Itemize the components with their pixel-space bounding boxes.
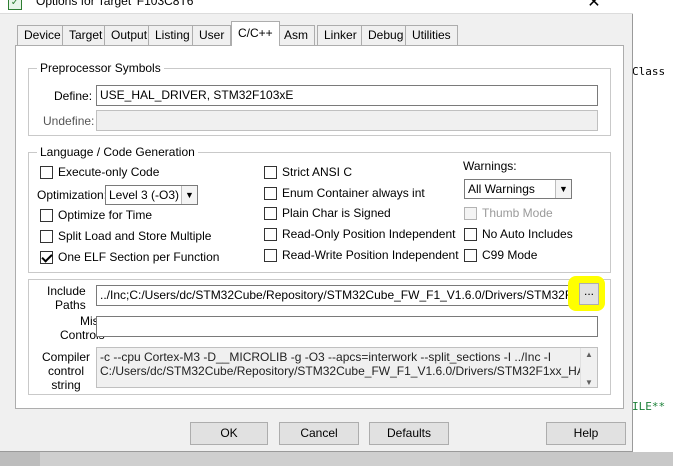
optimization-value: Level 3 (-O3) — [109, 188, 180, 202]
ro-pi-checkbox[interactable] — [264, 228, 277, 241]
editor-text-class: Class — [632, 65, 666, 78]
taskbar-strip — [0, 452, 673, 466]
strict-ansi-checkbox[interactable] — [264, 166, 277, 179]
tab-debug[interactable]: Debug — [361, 25, 411, 45]
tab-linker[interactable]: Linker — [317, 25, 364, 45]
compiler-control-string[interactable]: -c --cpu Cortex-M3 -D__MICROLIB -g -O3 -… — [96, 347, 598, 388]
tab-target[interactable]: Target — [62, 25, 110, 45]
tab-user[interactable]: User — [192, 25, 232, 45]
compiler-control-label: Compiler control string — [42, 350, 91, 392]
close-icon[interactable]: ✕ — [582, 0, 606, 12]
rw-pi-label: Read-Write Position Independent — [282, 248, 459, 262]
no-auto-includes-checkbox[interactable] — [464, 228, 477, 241]
include-paths-label: Include Paths — [47, 284, 86, 312]
tab-device[interactable]: Device — [17, 25, 68, 45]
include-paths-input[interactable]: ../Inc;C:/Users/dc/STM32Cube/Repository/… — [96, 285, 570, 306]
one-elf-checkbox[interactable] — [40, 251, 53, 264]
define-input[interactable]: USE_HAL_DRIVER, STM32F103xE — [96, 85, 598, 106]
options-dialog: ✓ Options for Target 'F103C8T6' ✕ Device… — [0, 0, 633, 452]
window-title: Options for Target 'F103C8T6' — [36, 0, 196, 8]
strict-ansi-label: Strict ANSI C — [282, 165, 353, 179]
chevron-down-icon[interactable]: ▼ — [181, 186, 197, 204]
execute-only-label: Execute-only Code — [58, 165, 160, 179]
chevron-down-icon[interactable]: ▼ — [555, 180, 571, 198]
warnings-label: Warnings: — [463, 159, 517, 173]
cancel-button[interactable]: Cancel — [279, 422, 359, 445]
c99-mode-checkbox[interactable] — [464, 249, 477, 262]
split-load-checkbox[interactable] — [40, 230, 53, 243]
split-load-label: Split Load and Store Multiple — [58, 229, 212, 243]
title-bar: ✓ Options for Target 'F103C8T6' ✕ — [0, 0, 633, 14]
compiler-line-2: C:/Users/dc/STM32Cube/Repository/STM32Cu… — [100, 364, 598, 378]
defaults-button[interactable]: Defaults — [369, 422, 449, 445]
warnings-select[interactable]: All Warnings ▼ — [464, 179, 572, 199]
rw-pi-checkbox[interactable] — [264, 249, 277, 262]
warnings-value: All Warnings — [468, 182, 535, 196]
plain-char-label: Plain Char is Signed — [282, 206, 391, 220]
preprocessor-group-title: Preprocessor Symbols — [37, 61, 164, 75]
compiler-line-1: -c --cpu Cortex-M3 -D__MICROLIB -g -O3 -… — [100, 350, 552, 364]
optimize-time-label: Optimize for Time — [58, 208, 153, 222]
misc-controls-input[interactable] — [96, 316, 598, 337]
include-browse-button[interactable]: ... — [579, 283, 599, 305]
tab-output[interactable]: Output — [104, 25, 155, 45]
enum-container-label: Enum Container always int — [282, 186, 425, 200]
cc-tab-panel: Preprocessor Symbols Define: USE_HAL_DRI… — [15, 45, 624, 409]
optimization-label: Optimization: — [37, 188, 108, 202]
ok-button[interactable]: OK — [190, 422, 268, 445]
help-button[interactable]: Help — [546, 422, 626, 445]
tab-cc[interactable]: C/C++ — [231, 21, 280, 46]
undefine-input[interactable] — [96, 110, 598, 131]
editor-text-file: ILE** — [632, 400, 666, 413]
tab-utilities[interactable]: Utilities — [405, 25, 458, 45]
app-icon: ✓ — [8, 0, 22, 10]
one-elf-label: One ELF Section per Function — [58, 250, 220, 264]
c99-mode-label: C99 Mode — [482, 248, 538, 262]
tab-listing[interactable]: Listing — [148, 25, 197, 45]
plain-char-checkbox[interactable] — [264, 207, 277, 220]
background-editor: Class ILE** — [630, 0, 673, 466]
optimization-select[interactable]: Level 3 (-O3) ▼ — [105, 185, 198, 205]
thumb-mode-label: Thumb Mode — [482, 206, 553, 220]
optimize-time-checkbox[interactable] — [40, 209, 53, 222]
tab-asm[interactable]: Asm — [277, 25, 315, 45]
enum-container-checkbox[interactable] — [264, 187, 277, 200]
no-auto-includes-label: No Auto Includes — [482, 227, 573, 241]
execute-only-checkbox[interactable] — [40, 166, 53, 179]
language-group-title: Language / Code Generation — [37, 145, 198, 159]
ro-pi-label: Read-Only Position Independent — [282, 227, 456, 241]
compiler-scrollbar[interactable]: ▲ ▼ — [580, 348, 597, 387]
thumb-mode-checkbox[interactable] — [464, 207, 477, 220]
define-label: Define: — [54, 89, 93, 103]
undefine-label: Undefine: — [43, 114, 95, 128]
